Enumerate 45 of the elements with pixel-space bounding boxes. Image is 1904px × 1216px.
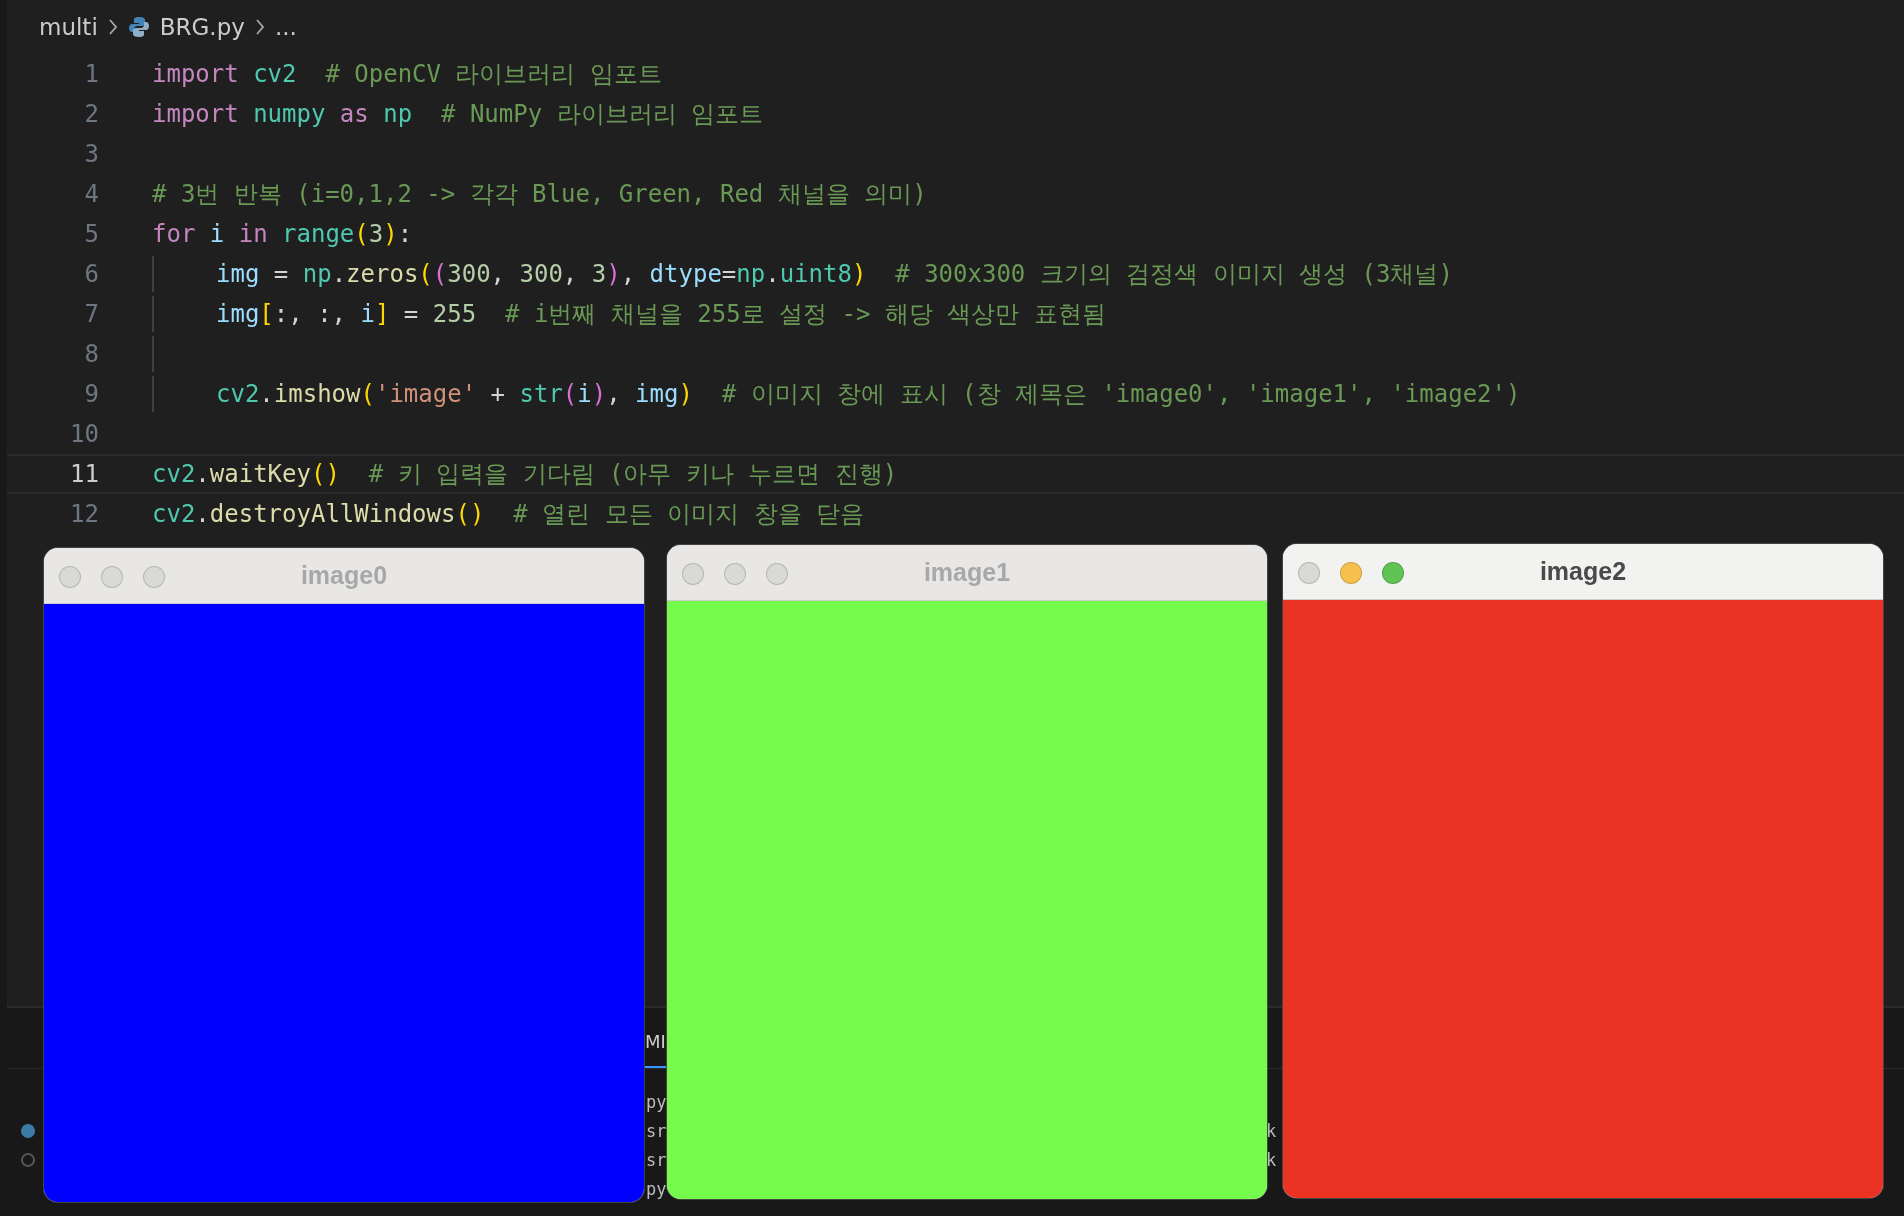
breadcrumb-more[interactable]: ... (274, 14, 297, 40)
code-line: img[:, :, i] = 255 # i번째 채널을 255로 설정 -> 해당 색상만 표현됨 (216, 299, 1106, 330)
python-file-icon (127, 16, 150, 38)
breadcrumb-folder[interactable]: multi (39, 14, 98, 40)
terminal-text: sr (646, 1149, 668, 1170)
window-title: image0 (300, 561, 388, 590)
terminal-text: k (1266, 1120, 1278, 1141)
code-line: cv2.destroyAllWindows() # 열린 모든 이미지 창을 닫음 (152, 499, 864, 530)
line-number: 3 (83, 140, 100, 168)
line-number: 1 (83, 60, 100, 88)
code-line: cv2.waitKey() # 키 입력을 기다림 (아무 키나 누르면 진행) (152, 459, 898, 490)
maximize-button[interactable] (143, 566, 165, 588)
chevron-icon (107, 18, 118, 36)
minimize-button[interactable] (1340, 562, 1362, 584)
code-line: cv2.imshow('image' + str(i), img) # 이미지 창에 표시 (창 제목은 'image0', 'image1', 'image2') (216, 379, 1521, 410)
terminal-text: k (1266, 1149, 1278, 1170)
close-button[interactable] (682, 563, 704, 585)
code-line: img = np.zeros((300, 300, 3), dtype=np.uint8) # 300x300 크기의 검정색 이미지 생성 (3채널) (216, 259, 1453, 290)
code-line: import numpy as np # NumPy 라이브러리 임포트 (152, 99, 764, 130)
code-line: for i in range(3): (152, 220, 413, 248)
line-number: 4 (83, 180, 100, 208)
window-title: image1 (923, 558, 1011, 587)
terminal-text: py (646, 1178, 668, 1199)
maximize-button[interactable] (1382, 562, 1404, 584)
line-number: 12 (69, 500, 100, 528)
code-line: import cv2 # OpenCV 라이브러리 임포트 (152, 59, 662, 90)
line-number: 2 (83, 100, 100, 128)
terminal-text: sr (646, 1120, 668, 1141)
line-number: 5 (83, 220, 100, 248)
line-number: 10 (69, 420, 100, 448)
line-number: 6 (83, 260, 100, 288)
line-number: 11 (69, 460, 100, 488)
window-title: image2 (1539, 557, 1627, 586)
breadcrumb-file[interactable]: BRG.py (159, 14, 245, 40)
close-button[interactable] (59, 566, 81, 588)
line-number: 8 (83, 340, 100, 368)
line-number: 9 (83, 380, 100, 408)
line-number: 7 (83, 300, 100, 328)
chevron-icon (254, 18, 265, 36)
minimize-button[interactable] (724, 563, 746, 585)
close-button[interactable] (1298, 562, 1320, 584)
terminal-text: py (646, 1091, 668, 1112)
maximize-button[interactable] (766, 563, 788, 585)
code-line: # 3번 반복 (i=0,1,2 -> 각각 Blue, Green, Red 채널을 의미) (152, 179, 927, 210)
minimize-button[interactable] (101, 566, 123, 588)
